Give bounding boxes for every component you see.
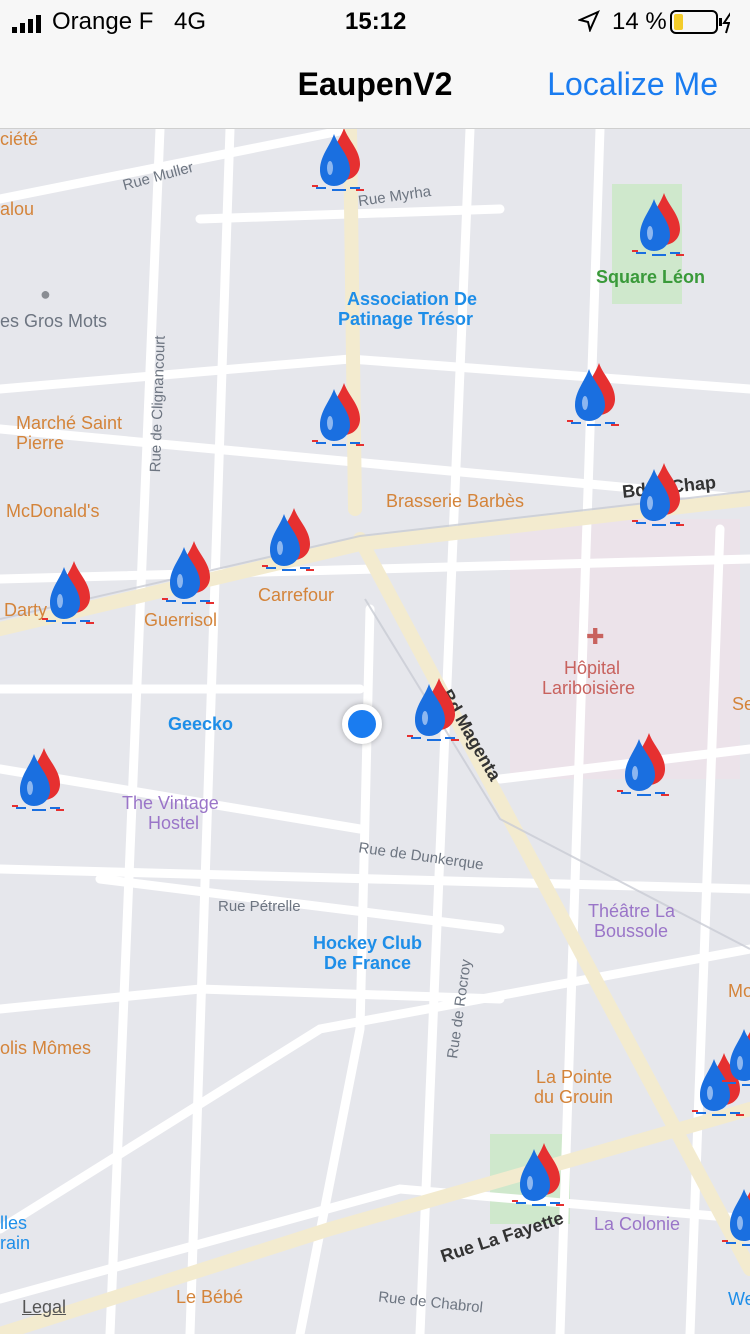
network-text: 4G [174, 8, 207, 35]
place-gros-mots-icon: ● [40, 284, 51, 304]
label-marche[interactable]: Marché Saint [16, 413, 122, 433]
carrier-text: Orange F [52, 8, 154, 35]
label-carrefour[interactable]: Carrefour [258, 585, 334, 605]
water-drop-pin-icon[interactable] [260, 504, 320, 574]
label-vintage-2[interactable]: Hostel [148, 813, 199, 833]
water-drop-pin-icon[interactable] [720, 1019, 750, 1089]
water-drop-pin-icon[interactable] [630, 189, 690, 259]
label-lles[interactable]: lles [0, 1213, 27, 1233]
label-theatre[interactable]: Théâtre La [588, 901, 675, 921]
time-text: 15:12 [345, 8, 407, 35]
map-view[interactable]: ciété alou Rue Muller Rue Myrha ● es Gro… [0, 129, 750, 1334]
water-drop-pin-icon[interactable] [40, 557, 100, 627]
location-arrow-icon [576, 10, 600, 39]
hospital-icon: ✚ [586, 624, 605, 649]
water-drop-pin-icon[interactable] [160, 537, 220, 607]
water-drop-pin-icon[interactable] [10, 744, 70, 814]
water-drop-pin-icon[interactable] [615, 729, 675, 799]
label-polis[interactable]: olis Mômes [0, 1038, 91, 1058]
localize-me-button[interactable]: Localize Me [547, 66, 718, 103]
street-rue-petrelle: Rue Pétrelle [218, 898, 301, 915]
label-we[interactable]: We [728, 1289, 750, 1309]
signal-icon [12, 12, 46, 40]
legal-link[interactable]: Legal [22, 1297, 66, 1318]
label-mcdonalds[interactable]: McDonald's [6, 501, 99, 521]
label-hopital[interactable]: Hôpital [564, 658, 620, 678]
water-drop-pin-icon[interactable] [720, 1179, 750, 1249]
label-pointe[interactable]: La Pointe [536, 1067, 612, 1087]
label-brasserie[interactable]: Brasserie Barbès [386, 491, 524, 511]
water-drop-pin-icon[interactable] [630, 459, 690, 529]
label-gros-mots[interactable]: es Gros Mots [0, 311, 107, 331]
label-theatre-2[interactable]: Boussole [594, 921, 668, 941]
battery-icon [670, 9, 733, 42]
water-drop-pin-icon[interactable] [405, 674, 465, 744]
label-hockey[interactable]: Hockey Club [313, 933, 422, 953]
current-location-dot [342, 704, 382, 744]
label-se[interactable]: Se [732, 694, 750, 714]
label-geecko[interactable]: Geecko [168, 714, 233, 734]
label-hopital-2[interactable]: Lariboisière [542, 678, 635, 698]
label-alou[interactable]: alou [0, 199, 34, 219]
water-drop-pin-icon[interactable] [510, 1139, 570, 1209]
label-marche-2[interactable]: Pierre [16, 433, 64, 453]
label-hockey-2[interactable]: De France [324, 953, 411, 973]
label-mo[interactable]: Mo [728, 981, 750, 1001]
label-societe[interactable]: ciété [0, 129, 38, 149]
label-rain[interactable]: rain [0, 1233, 30, 1253]
label-bebe[interactable]: Le Bébé [176, 1287, 243, 1307]
label-association-2[interactable]: Patinage Trésor [338, 309, 473, 329]
water-drop-pin-icon[interactable] [310, 129, 370, 194]
water-drop-pin-icon[interactable] [565, 359, 625, 429]
label-vintage[interactable]: The Vintage [122, 793, 219, 813]
label-square-leon[interactable]: Square Léon [596, 267, 705, 287]
label-guerrisol[interactable]: Guerrisol [144, 610, 217, 630]
label-association[interactable]: Association De [347, 289, 477, 309]
battery-percent: 14 % [612, 8, 667, 35]
label-colonie[interactable]: La Colonie [594, 1214, 680, 1234]
navigation-bar: EaupenV2 Localize Me [0, 42, 750, 129]
status-bar: Orange F 4G 15:12 14 % [0, 0, 750, 42]
label-pointe-2[interactable]: du Grouin [534, 1087, 613, 1107]
water-drop-pin-icon[interactable] [310, 379, 370, 449]
